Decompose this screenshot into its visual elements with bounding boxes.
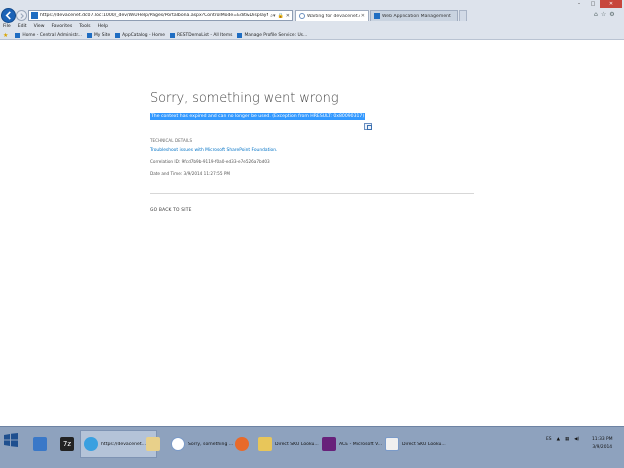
favorites-star-icon[interactable]: ☆ (601, 11, 606, 18)
arrow-right-icon (19, 12, 24, 19)
menu-bar: File Edit View Favorites Tools Help (0, 23, 624, 30)
taskbar-explorer-pinned[interactable] (30, 430, 52, 458)
taskbar-item-label: Sorry, something ... (188, 441, 234, 447)
sharepoint-icon (374, 13, 380, 19)
favorite-link[interactable]: My Site (86, 33, 111, 38)
lock-icon[interactable]: 🔒 (278, 13, 284, 19)
taskbar: 7z https://devacenet... Sorry, something… (0, 426, 624, 468)
7zip-icon: 7z (60, 437, 74, 451)
favorite-link[interactable]: Home - Central Administr... (15, 33, 82, 38)
favorite-label: Home - Central Administr... (22, 33, 82, 38)
technical-details-heading: TECHNICAL DETAILS (150, 138, 193, 143)
taskbar-mail-pinned[interactable] (143, 430, 165, 458)
favorites-bar-star[interactable]: ★ (3, 32, 10, 39)
address-url[interactable]: https://devacenet.dc07.loc:1000/_dev/WiU… (40, 13, 268, 18)
tab-waiting[interactable]: Waiting for devacenet.dc07... ✕ (295, 10, 369, 21)
firefox-icon (235, 437, 249, 451)
toolbar-icons: ⌂ ☆ ⚙ (594, 11, 615, 18)
sharepoint-icon (86, 33, 92, 38)
start-button[interactable] (0, 427, 22, 453)
address-bar[interactable]: https://devacenet.dc07.loc:1000/_dev/WiU… (28, 10, 293, 21)
taskbar-firefox-pinned[interactable] (231, 430, 253, 458)
sharepoint-icon (15, 33, 21, 38)
visual-studio-icon (322, 437, 336, 451)
system-tray: ES ▲ ▦ ◀) (546, 437, 579, 442)
sharepoint-icon (237, 33, 243, 38)
go-back-to-site-link[interactable]: GO BACK TO SITE (150, 208, 192, 213)
sharepoint-icon (169, 33, 175, 38)
arrow-left-icon (5, 11, 11, 20)
paint-icon (385, 437, 399, 451)
favorite-link[interactable]: Manage Profile Service: Us... (237, 33, 307, 38)
language-indicator[interactable]: ES (546, 437, 552, 442)
taskbar-item-label: Direct SKU Looku... (402, 441, 446, 447)
gear-icon[interactable]: ⚙ (609, 11, 614, 18)
new-tab-button[interactable] (459, 10, 467, 21)
tab-label: Web Application Management (382, 13, 451, 19)
clock-date: 3/9/2014 (592, 445, 613, 450)
troubleshoot-link[interactable]: Troubleshoot issues with Microsoft Share… (150, 148, 277, 153)
network-icon[interactable]: ▦ (565, 437, 569, 442)
star-icon: ★ (3, 32, 9, 39)
error-page: Sorry, something went wrong The context … (0, 41, 624, 425)
menu-tools[interactable]: Tools (79, 24, 90, 29)
menu-edit[interactable]: Edit (18, 24, 27, 29)
forward-button[interactable] (16, 10, 27, 21)
tab-label: Waiting for devacenet.dc07... (307, 13, 360, 19)
folder-icon (258, 437, 272, 451)
error-message[interactable]: The context has expired and can no longe… (150, 113, 366, 120)
loading-page-icon (171, 437, 185, 451)
menu-help[interactable]: Help (98, 24, 108, 29)
taskbar-7zip-pinned[interactable]: 7z (56, 430, 78, 458)
taskbar-item-paint[interactable]: Direct SKU Looku... (381, 430, 458, 458)
loading-icon (299, 13, 305, 19)
copy-icon[interactable] (364, 123, 372, 130)
taskbar-item-label: https://devacenet... (101, 441, 147, 447)
chevron-up-icon[interactable]: ▲ (557, 437, 560, 442)
minimize-button[interactable]: – (572, 0, 586, 8)
taskbar-item-label: Direct SKU Looku... (275, 441, 319, 447)
envelope-icon (145, 437, 160, 451)
maximize-button[interactable]: □ (586, 0, 600, 8)
tab-web-app-management[interactable]: Web Application Management (370, 10, 458, 21)
favorites-bar: ★ Home - Central Administr... My Site Ap… (0, 31, 624, 40)
favorite-link[interactable]: RESTDemoList - All Items (169, 33, 233, 38)
favorite-link[interactable]: AppCatalog - Home (115, 33, 165, 38)
sharepoint-icon (115, 33, 121, 38)
windows-logo-icon (4, 433, 18, 447)
divider (150, 193, 474, 194)
date-time: Date and Time: 3/9/2014 11:27:55 PM (150, 171, 230, 176)
ie-icon (84, 437, 98, 451)
page-title: Sorry, something went wrong (150, 91, 339, 106)
site-favicon-icon (31, 12, 38, 19)
search-dropdown-icon[interactable]: ⌕▾ (270, 13, 275, 19)
favorite-label: Manage Profile Service: Us... (244, 33, 308, 38)
taskbar-item-label: ACE - Microsoft V... (339, 441, 383, 447)
favorite-label: AppCatalog - Home (122, 33, 165, 38)
home-icon[interactable]: ⌂ (594, 11, 598, 18)
back-button[interactable] (1, 8, 16, 23)
volume-icon[interactable]: ◀) (574, 437, 579, 442)
server-manager-icon (32, 437, 47, 451)
clock[interactable]: 11:33 PM 3/9/2014 (592, 436, 613, 452)
clock-time: 11:33 PM (592, 437, 613, 442)
close-window-button[interactable]: ✕ (600, 0, 622, 8)
browser-chrome: https://devacenet.dc07.loc:1000/_dev/WiU… (0, 0, 624, 40)
menu-favorites[interactable]: Favorites (52, 24, 73, 29)
favorite-label: My Site (93, 33, 111, 38)
menu-file[interactable]: File (3, 24, 11, 29)
menu-view[interactable]: View (34, 24, 45, 29)
close-tab-icon[interactable]: ✕ (361, 13, 365, 19)
correlation-id: Correlation ID: 9fcd7b9b-9119-f0a0-ed33-… (150, 159, 270, 164)
stop-icon[interactable]: ✕ (286, 13, 290, 19)
favorite-label: RESTDemoList - All Items (176, 33, 233, 38)
